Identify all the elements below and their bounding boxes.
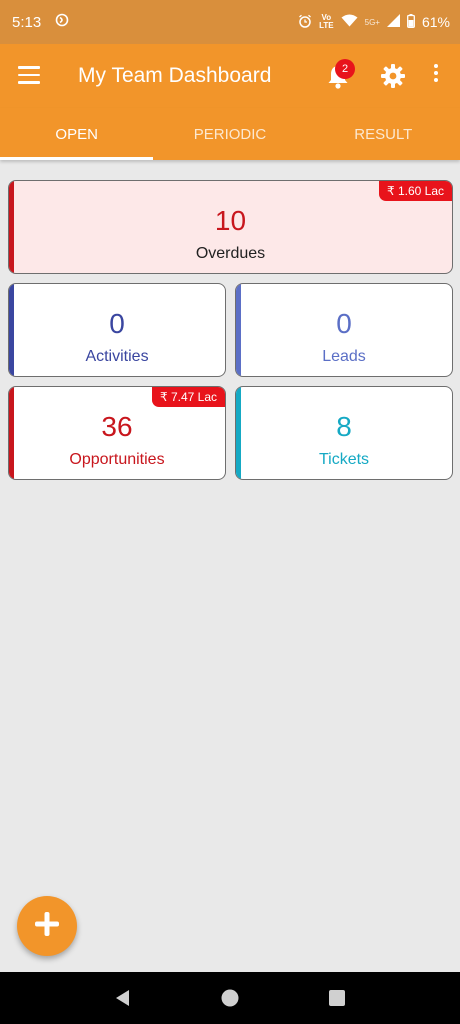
wifi-icon [341,14,358,30]
network-label-bottom: LTE [319,21,334,30]
recents-icon[interactable] [325,986,349,1010]
alarm-icon [298,14,312,31]
leads-label: Leads [322,348,366,365]
opportunities-label: Opportunities [69,451,165,468]
tab-periodic[interactable]: PERIODIC [153,108,306,160]
opportunities-count: 36 [101,411,133,442]
app-notification-icon [55,13,69,31]
hamburger-icon[interactable] [18,66,40,84]
tickets-label: Tickets [318,451,370,468]
network-label: Vo LTE [319,14,334,30]
leads-card[interactable]: 0 Leads [235,283,453,377]
tickets-count: 8 [336,411,352,442]
overdues-count: 10 [214,205,247,236]
more-vertical-icon[interactable] [429,64,443,88]
tab-open[interactable]: OPEN [0,108,154,160]
home-icon[interactable] [218,986,242,1010]
back-icon[interactable] [111,986,135,1010]
activities-count: 0 [109,308,125,339]
opportunities-amount-badge: ₹ 7.47 Lac [151,387,225,407]
overdues-amount-badge: ₹ 1.60 Lac [378,181,452,201]
status-right: Vo LTE 5G+ 61% [298,13,450,31]
status-time: 5:13 [12,13,42,31]
status-bar: 5:13 Vo LTE 5G+ 61% [0,0,460,44]
battery-percent: 61% [421,14,450,30]
leads-count: 0 [336,308,352,339]
gear-icon[interactable] [380,63,406,89]
add-button[interactable] [17,896,77,956]
notification-badge: 2 [335,59,355,79]
network-5g-label: 5G+ [364,17,380,27]
battery-icon [407,13,415,31]
opportunities-card[interactable]: ₹ 7.47 Lac 36 Opportunities [8,386,226,480]
app-bar: My Team Dashboard 2 [0,44,460,108]
system-nav-bar [0,972,460,1024]
overdues-label: Overdues [195,245,266,262]
tab-bar: OPEN PERIODIC RESULT [0,108,460,160]
plus-icon [34,911,60,942]
status-left: 5:13 [12,13,69,31]
tab-result[interactable]: RESULT [307,108,460,160]
overdues-card[interactable]: ₹ 1.60 Lac 10 Overdues [8,180,453,274]
activities-label: Activities [85,348,149,365]
signal-icon [386,14,400,30]
dashboard-screen: 5:13 Vo LTE 5G+ 61% My Team Dashboard 2 … [0,0,460,1024]
page-title: My Team Dashboard [78,64,272,87]
tickets-card[interactable]: 8 Tickets [235,386,453,480]
activities-card[interactable]: 0 Activities [8,283,226,377]
